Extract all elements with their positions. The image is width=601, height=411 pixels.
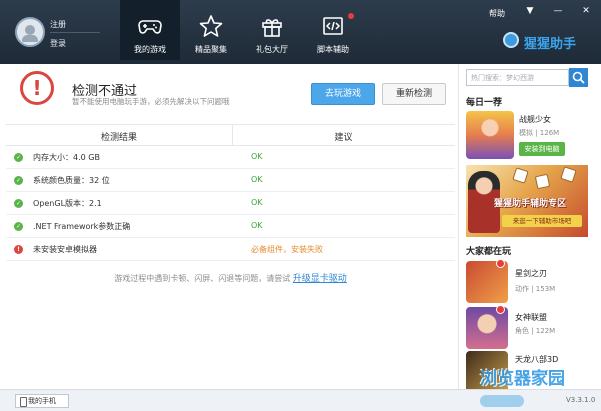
results-table-header: 检测结果 建议 (6, 124, 455, 146)
brand-icon (503, 32, 519, 48)
login-link[interactable]: 登录 (50, 38, 66, 49)
row-label: 内存大小：4.0 GB (33, 153, 100, 162)
error-icon: ! (14, 245, 23, 254)
daily-game-name[interactable]: 战舰少女 (519, 114, 551, 125)
row-status: OK (251, 152, 263, 161)
hint-text: 游戏过程中遇到卡顿、闪屏、闪退等问题，请尝试 (114, 274, 291, 283)
gift-icon (262, 19, 282, 37)
table-row: ✓ .NET Framework参数正确 OK (6, 215, 455, 238)
row-status-link[interactable]: 必备组件，安装失败 (251, 244, 323, 255)
table-row: ! 未安装安卓模拟器 必备组件，安装失败 (6, 238, 455, 261)
my-phone-button[interactable]: 我的手机 (15, 394, 69, 408)
tab-script-assist[interactable]: 脚本辅助 (303, 0, 363, 60)
tab-script-assist-label: 脚本辅助 (317, 45, 349, 54)
search-input[interactable]: 热门搜索：梦幻西游 (466, 69, 569, 86)
tab-gift-hall[interactable]: 礼包大厅 (242, 0, 302, 60)
notification-dot (348, 13, 354, 19)
sidebar: 热门搜索：梦幻西游 每日一荐 战舰少女 模拟 | 126M 安装到电脑 猩猩助手… (460, 64, 601, 393)
game-name[interactable]: 星剑之刃 (515, 268, 547, 279)
dice-icon (534, 173, 551, 190)
banner-cta: 来逛一下辅助市场吧 (502, 215, 582, 227)
gamepad-icon (138, 20, 162, 34)
avatar[interactable] (15, 17, 45, 47)
watermark-text: 浏览器家园 (480, 369, 565, 389)
tab-gift-hall-label: 礼包大厅 (256, 45, 288, 54)
row-status: OK (251, 175, 263, 184)
table-row: ✓ OpenGL版本：2.1 OK (6, 192, 455, 215)
script-icon (323, 17, 343, 35)
row-status: OK (251, 198, 263, 207)
dice-icon (512, 167, 529, 184)
register-link[interactable]: 注册 (50, 19, 66, 30)
minimize-icon[interactable]: — (549, 4, 567, 18)
tab-featured[interactable]: 精品聚集 (181, 0, 241, 60)
check-panel: ! 检测不通过 暂不能使用电脑玩手游，必须先解决以下问题哦 去玩游戏 重新检测 … (2, 64, 459, 389)
row-label: OpenGL版本：2.1 (33, 199, 102, 208)
table-row: ✓ 内存大小：4.0 GB OK (6, 146, 455, 169)
play-game-button[interactable]: 去玩游戏 (311, 83, 375, 105)
check-ok-icon: ✓ (14, 199, 23, 208)
check-subtitle: 暂不能使用电脑玩手游，必须先解决以下问题哦 (72, 97, 230, 106)
row-label: .NET Framework参数正确 (33, 222, 131, 231)
warning-icon: ! (20, 71, 54, 105)
game-meta: 角色 | 122M (515, 327, 556, 335)
column-result: 检测结果 (100, 133, 137, 143)
driver-hint: 游戏过程中遇到卡顿、闪屏、闪退等问题，请尝试 升级显卡驱动 (6, 271, 455, 284)
hot-badge (496, 305, 505, 314)
close-icon[interactable]: ✕ (577, 4, 595, 18)
upgrade-driver-link[interactable]: 升级显卡驱动 (293, 274, 347, 284)
brand-name: 猩猩助手 (524, 37, 577, 52)
tab-my-games[interactable]: 我的游戏 (120, 0, 180, 60)
assist-zone-banner[interactable]: 猩猩助手辅助专区 来逛一下辅助市场吧 (466, 165, 588, 237)
game-meta: 动作 | 153M (515, 285, 556, 293)
game-name[interactable]: 女神联盟 (515, 312, 547, 323)
recheck-button[interactable]: 重新检测 (382, 83, 446, 105)
version-label: V3.3.1.0 (566, 396, 596, 404)
column-advice: 建议 (334, 133, 353, 143)
daily-game-icon[interactable] (466, 111, 514, 159)
hot-badge (496, 259, 505, 268)
login-divider (50, 32, 100, 33)
check-ok-icon: ✓ (14, 153, 23, 162)
tab-my-games-label: 我的游戏 (134, 45, 166, 54)
popular-games-title: 大家都在玩 (466, 247, 512, 257)
watermark-logo (480, 395, 524, 407)
tab-featured-label: 精品聚集 (195, 45, 227, 54)
row-label: 未安装安卓模拟器 (33, 245, 97, 254)
check-ok-icon: ✓ (14, 176, 23, 185)
help-link[interactable]: 帮助 (489, 8, 505, 19)
search-button[interactable] (569, 68, 588, 87)
install-to-pc-button[interactable]: 安装到电脑 (519, 142, 565, 156)
search-icon (572, 71, 585, 84)
daily-pick-title: 每日一荐 (466, 98, 503, 108)
brand-logo: 猩猩助手 (503, 30, 597, 52)
banner-title: 猩猩助手辅助专区 (494, 199, 567, 209)
row-status: OK (251, 221, 263, 230)
dice-icon (560, 166, 577, 183)
menu-icon[interactable]: ▼ (521, 4, 539, 18)
title-bar: 注册 登录 我的游戏 精品聚集 礼包大厅 脚本辅助 帮助 ▼ — ✕ 猩猩助手 (0, 0, 601, 64)
star-icon (199, 15, 223, 37)
row-label: 系统颜色质量：32 位 (33, 176, 110, 185)
check-ok-icon: ✓ (14, 222, 23, 231)
daily-game-meta: 模拟 | 126M (519, 129, 560, 137)
table-row: ✓ 系统颜色质量：32 位 OK (6, 169, 455, 192)
